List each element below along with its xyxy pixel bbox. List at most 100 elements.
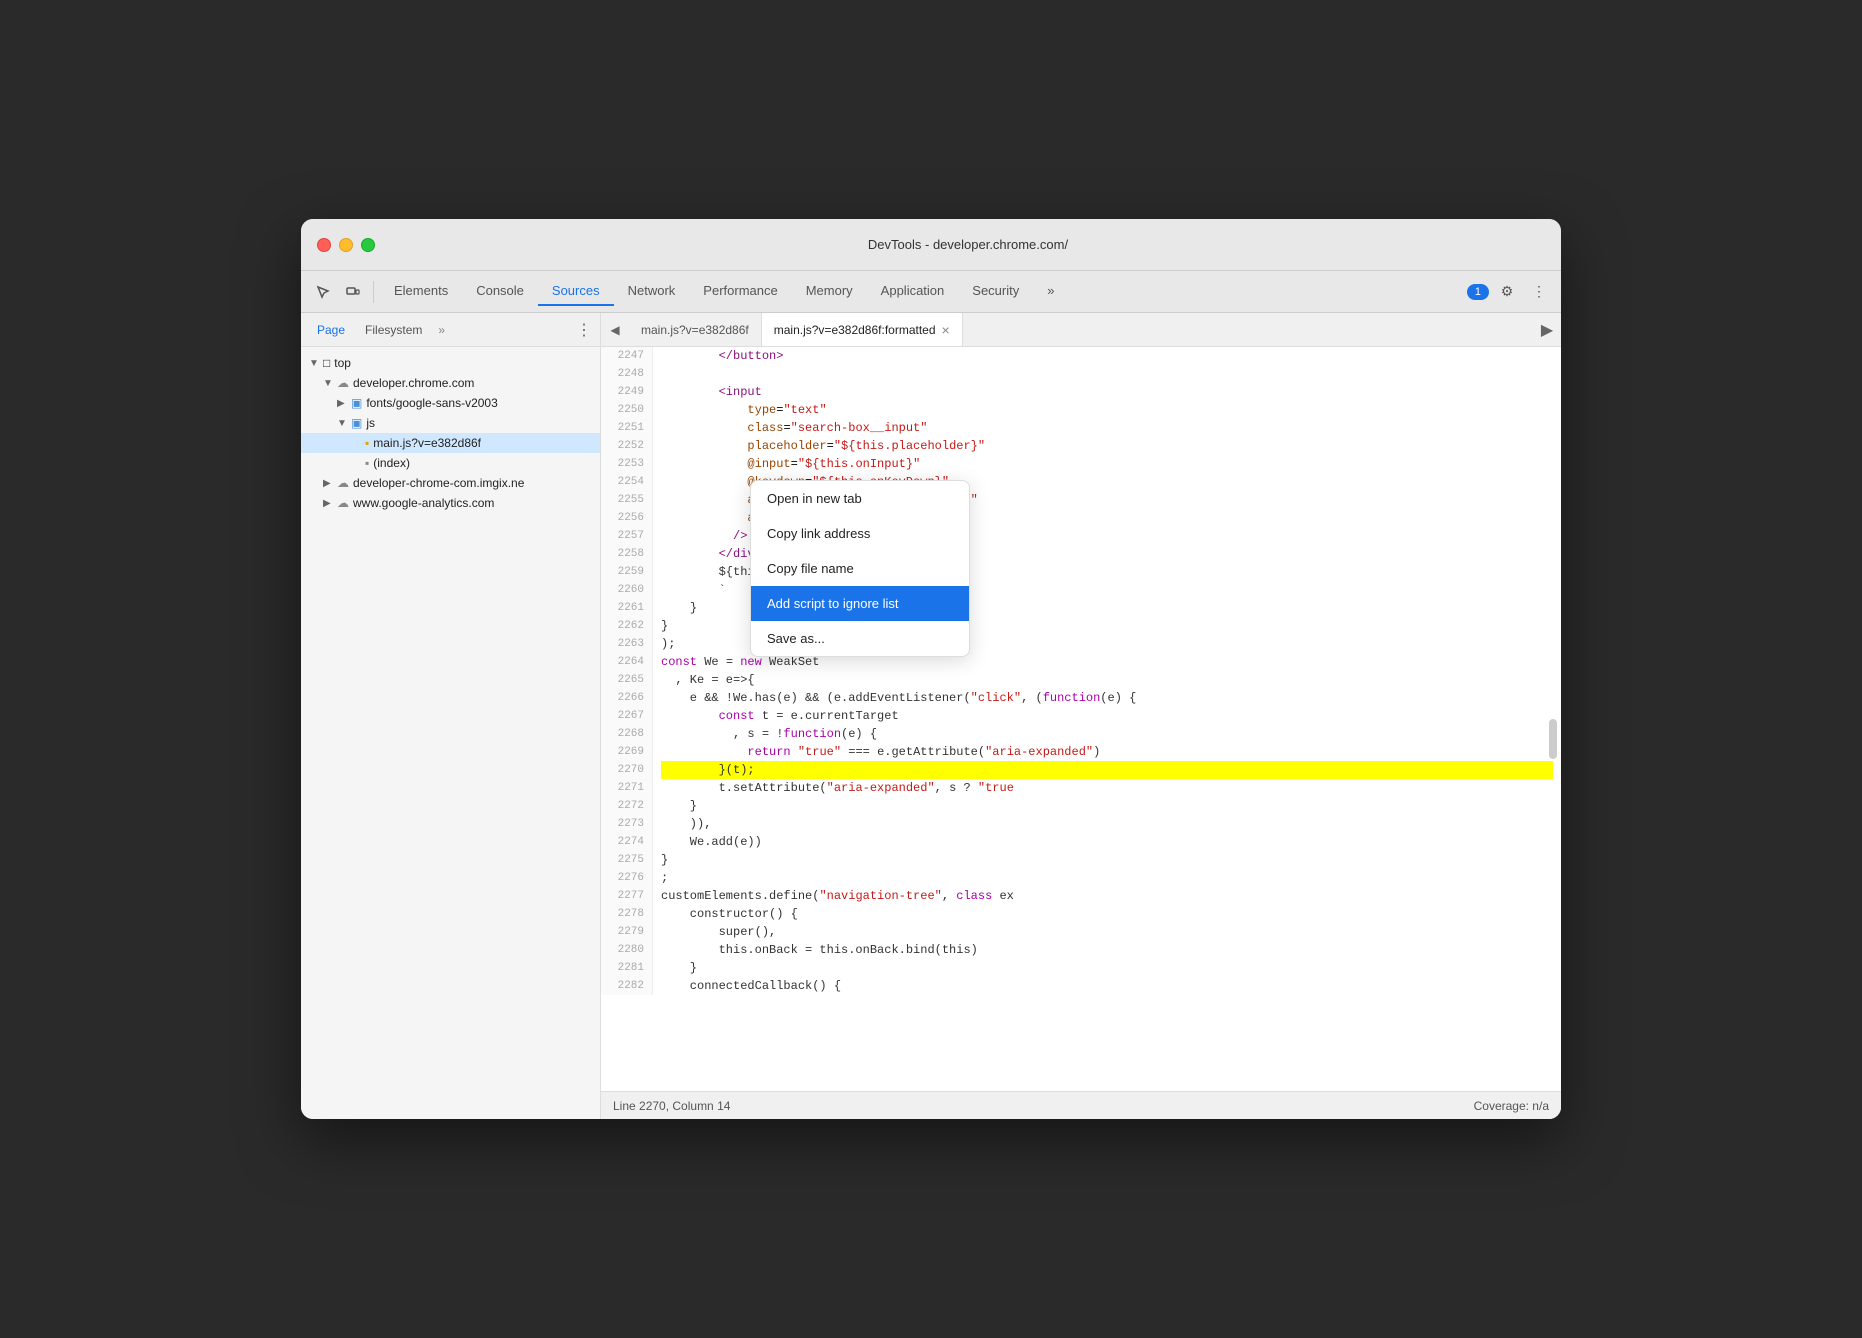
toolbar: Elements Console Sources Network Perform…	[301, 271, 1561, 313]
editor-tabs: ◀ main.js?v=e382d86f main.js?v=e382d86f:…	[601, 313, 1561, 347]
tree-label: js	[366, 416, 375, 430]
tab-sources[interactable]: Sources	[538, 277, 614, 306]
tab-console[interactable]: Console	[462, 277, 538, 306]
code-line: @input="${this.onInput}"	[661, 455, 1553, 473]
main-area: Page Filesystem » ⋮ ▼ □ top ▼ ☁ develope…	[301, 313, 1561, 1119]
cloud-icon: ☁	[337, 376, 349, 390]
tab-security[interactable]: Security	[958, 277, 1033, 306]
tree-label: fonts/google-sans-v2003	[366, 396, 497, 410]
editor-tab-main-js-formatted[interactable]: main.js?v=e382d86f:formatted ×	[762, 313, 963, 346]
tree-item-imgix[interactable]: ▶ ☁ developer-chrome-com.imgix.ne	[301, 473, 600, 493]
file-yellow-icon: ▪	[365, 436, 369, 450]
sidebar-tabs: Page Filesystem » ⋮	[301, 313, 600, 347]
tree-label: developer-chrome-com.imgix.ne	[353, 476, 524, 490]
status-bar: Line 2270, Column 14 Coverage: n/a	[601, 1091, 1561, 1119]
more-options-button[interactable]: ⋮	[1525, 278, 1553, 306]
maximize-button[interactable]	[361, 238, 375, 252]
code-line: We.add(e))	[661, 833, 1553, 851]
tab-performance[interactable]: Performance	[689, 277, 791, 306]
sidebar-tab-filesystem[interactable]: Filesystem	[357, 319, 430, 341]
tab-close-icon[interactable]: ×	[942, 323, 950, 337]
code-line: const t = e.currentTarget	[661, 707, 1553, 725]
tree-item-fonts[interactable]: ▶ ▣ fonts/google-sans-v2003	[301, 393, 600, 413]
tree-item-index[interactable]: ▪ (index)	[301, 453, 600, 473]
code-line: )),	[661, 815, 1553, 833]
code-content: </button> <input type="text" class="sear…	[653, 347, 1561, 995]
tab-network[interactable]: Network	[614, 277, 690, 306]
tree-label: (index)	[373, 456, 410, 470]
tree-label: top	[334, 356, 351, 370]
code-line: ;	[661, 869, 1553, 887]
device-mode-button[interactable]	[339, 278, 367, 306]
code-line: this.onBack = this.onBack.bind(this)	[661, 941, 1553, 959]
code-line: class="search-box__input"	[661, 419, 1553, 437]
tab-memory[interactable]: Memory	[792, 277, 867, 306]
tree-arrow: ▶	[323, 478, 337, 489]
tree-item-analytics[interactable]: ▶ ☁ www.google-analytics.com	[301, 493, 600, 513]
tab-application[interactable]: Application	[867, 277, 959, 306]
sidebar: Page Filesystem » ⋮ ▼ □ top ▼ ☁ develope…	[301, 313, 601, 1119]
tab-nav: Elements Console Sources Network Perform…	[380, 277, 1068, 306]
tree-label: www.google-analytics.com	[353, 496, 494, 510]
tree-label: developer.chrome.com	[353, 376, 474, 390]
tab-more[interactable]: »	[1033, 277, 1068, 306]
code-editor[interactable]: 2247 2248 2249 2250 2251 2252 2253 2254 …	[601, 347, 1561, 1091]
collapse-sidebar-button[interactable]: ◀	[601, 316, 629, 344]
line-numbers: 2247 2248 2249 2250 2251 2252 2253 2254 …	[601, 347, 653, 995]
code-line: super(),	[661, 923, 1553, 941]
notifications-badge[interactable]: 1	[1467, 284, 1489, 300]
code-line: <input	[661, 383, 1553, 401]
sidebar-tab-more[interactable]: »	[438, 323, 445, 337]
tree-arrow: ▶	[337, 398, 351, 409]
sidebar-tab-page[interactable]: Page	[309, 319, 353, 341]
traffic-lights	[317, 238, 375, 252]
folder-blue-icon: ▣	[351, 396, 362, 410]
tab-label: main.js?v=e382d86f	[641, 323, 749, 337]
context-menu-copy-link[interactable]: Copy link address	[751, 516, 969, 551]
context-menu-save-as[interactable]: Save as...	[751, 621, 969, 656]
code-line: customElements.define("navigation-tree",…	[661, 887, 1553, 905]
context-menu-add-ignore-list[interactable]: Add script to ignore list	[751, 586, 969, 621]
window-title: DevTools - developer.chrome.com/	[391, 237, 1545, 252]
settings-button[interactable]: ⚙	[1493, 278, 1521, 306]
close-button[interactable]	[317, 238, 331, 252]
code-line	[661, 365, 1553, 383]
folder-blue-icon: ▣	[351, 416, 362, 430]
code-line: connectedCallback() {	[661, 977, 1553, 995]
tree-arrow: ▼	[309, 358, 323, 369]
cloud-icon: ☁	[337, 476, 349, 490]
coverage-status: Coverage: n/a	[1474, 1099, 1549, 1113]
tree-arrow: ▼	[323, 378, 337, 389]
tree-label: main.js?v=e382d86f	[373, 436, 481, 450]
folder-icon: □	[323, 356, 330, 370]
code-line: placeholder="${this.placeholder}"	[661, 437, 1553, 455]
tab-elements[interactable]: Elements	[380, 277, 462, 306]
code-lines: 2247 2248 2249 2250 2251 2252 2253 2254 …	[601, 347, 1561, 995]
minimize-button[interactable]	[339, 238, 353, 252]
expand-panel-button[interactable]: ▶	[1533, 316, 1561, 344]
code-line: }	[661, 959, 1553, 977]
tree-item-main-js[interactable]: ▪ main.js?v=e382d86f	[301, 433, 600, 453]
tree-item-developer-chrome[interactable]: ▼ ☁ developer.chrome.com	[301, 373, 600, 393]
code-line: e && !We.has(e) && (e.addEventListener("…	[661, 689, 1553, 707]
title-bar: DevTools - developer.chrome.com/	[301, 219, 1561, 271]
cursor-position: Line 2270, Column 14	[613, 1099, 730, 1113]
context-menu-open-new-tab[interactable]: Open in new tab	[751, 481, 969, 516]
editor-area: ◀ main.js?v=e382d86f main.js?v=e382d86f:…	[601, 313, 1561, 1119]
sidebar-menu-button[interactable]: ⋮	[576, 320, 592, 340]
code-line: return "true" === e.getAttribute("aria-e…	[661, 743, 1553, 761]
code-line: }	[661, 797, 1553, 815]
code-line: t.setAttribute("aria-expanded", s ? "tru…	[661, 779, 1553, 797]
code-line: constructor() {	[661, 905, 1553, 923]
scrollbar[interactable]	[1549, 719, 1557, 759]
tree-item-top[interactable]: ▼ □ top	[301, 353, 600, 373]
devtools-window: DevTools - developer.chrome.com/ Element…	[301, 219, 1561, 1119]
code-line: , Ke = e=>{	[661, 671, 1553, 689]
code-line: </button>	[661, 347, 1553, 365]
context-menu-copy-filename[interactable]: Copy file name	[751, 551, 969, 586]
tree-item-js[interactable]: ▼ ▣ js	[301, 413, 600, 433]
tree-arrow: ▼	[337, 418, 351, 429]
editor-tab-main-js[interactable]: main.js?v=e382d86f	[629, 313, 762, 346]
inspect-element-button[interactable]	[309, 278, 337, 306]
context-menu: Open in new tab Copy link address Copy f…	[750, 480, 970, 657]
